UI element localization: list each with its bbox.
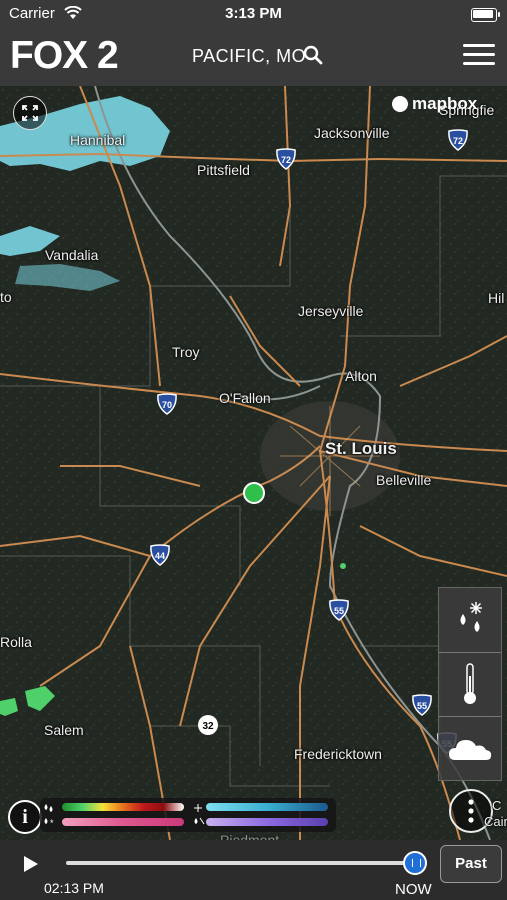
snow-legend-bar xyxy=(206,803,328,811)
city-label: Caira xyxy=(484,814,507,829)
cloud-layer-button[interactable] xyxy=(439,716,501,780)
interstate-shield: 72 xyxy=(447,129,469,151)
city-label: Rolla xyxy=(0,634,32,650)
location-marker[interactable] xyxy=(243,482,265,504)
svg-text:72: 72 xyxy=(281,155,291,165)
svg-text:72: 72 xyxy=(453,136,463,146)
cloud-icon xyxy=(449,740,492,760)
app-header: FOX 2 PACIFIC, MO xyxy=(0,28,507,86)
radar-map[interactable]: Hannibal Jacksonville Springfie Pittsfie… xyxy=(0,86,507,840)
city-label: Salem xyxy=(44,722,84,738)
city-label: C xyxy=(492,798,502,813)
svg-text:55: 55 xyxy=(334,606,344,616)
snow-rain-layer-button[interactable] xyxy=(439,588,501,653)
timeline-slider-handle[interactable] xyxy=(403,851,427,875)
city-label: Vandalia xyxy=(45,247,99,263)
city-label: Alton xyxy=(345,368,377,384)
fox2-logo[interactable]: FOX 2 xyxy=(10,34,119,78)
interstate-shield: 72 xyxy=(275,148,297,170)
city-label: Jacksonville xyxy=(314,125,390,141)
interstate-shield: 70 xyxy=(156,393,178,415)
hamburger-menu-icon[interactable] xyxy=(463,42,495,68)
city-label: Jerseyville xyxy=(298,303,364,319)
location-label[interactable]: PACIFIC, MO xyxy=(192,46,306,67)
interstate-shield: 55 xyxy=(328,599,350,621)
precip-legend: * xyxy=(40,798,336,832)
svg-text:70: 70 xyxy=(162,400,172,410)
city-label: O'Fallon xyxy=(219,390,271,406)
ice-legend-bar xyxy=(206,818,328,826)
rain-legend-bar xyxy=(62,803,184,811)
city-label-st-louis: St. Louis xyxy=(325,439,397,458)
info-button[interactable]: i xyxy=(8,800,42,834)
city-label: Fredericktown xyxy=(294,746,382,762)
timeline-bar: 02:13 PM NOW Past xyxy=(0,840,507,900)
svg-text:32: 32 xyxy=(202,721,214,732)
mapbox-logo-icon xyxy=(392,96,408,112)
mapbox-label: mapbox xyxy=(412,94,478,113)
svg-text:55: 55 xyxy=(417,701,427,711)
layer-panel xyxy=(438,587,502,781)
interstate-shield: 55 xyxy=(411,694,433,716)
svg-text:44: 44 xyxy=(155,551,165,561)
city-label: Hil xyxy=(488,290,505,306)
temperature-layer-button[interactable] xyxy=(439,652,501,717)
timeline-now-label: NOW xyxy=(395,881,432,898)
city-label: Pittsfield xyxy=(197,162,250,178)
status-bar: Carrier 3:13 PM xyxy=(0,0,507,28)
city-label: to xyxy=(0,289,12,305)
fullscreen-icon[interactable] xyxy=(13,96,47,130)
play-icon[interactable] xyxy=(23,855,39,873)
past-button[interactable]: Past xyxy=(440,845,502,883)
battery-icon xyxy=(471,8,500,22)
timeline-start-time: 02:13 PM xyxy=(44,880,104,896)
svg-text:*: * xyxy=(50,818,54,828)
route-shield: 32 xyxy=(197,714,219,736)
clock: 3:13 PM xyxy=(225,5,282,22)
timeline-track[interactable] xyxy=(66,861,418,865)
search-icon[interactable] xyxy=(303,45,323,65)
city-label: Hannibal xyxy=(70,132,126,148)
city-label: Troy xyxy=(172,344,200,360)
city-label: Piedmont xyxy=(220,832,280,840)
city-label: Belleville xyxy=(376,472,432,488)
interstate-shield: 44 xyxy=(149,544,171,566)
thermometer-icon xyxy=(464,663,476,704)
snow-rain-icon xyxy=(460,602,482,632)
mapbox-attribution[interactable]: mapbox xyxy=(392,94,477,114)
mix-legend-bar xyxy=(62,818,184,826)
